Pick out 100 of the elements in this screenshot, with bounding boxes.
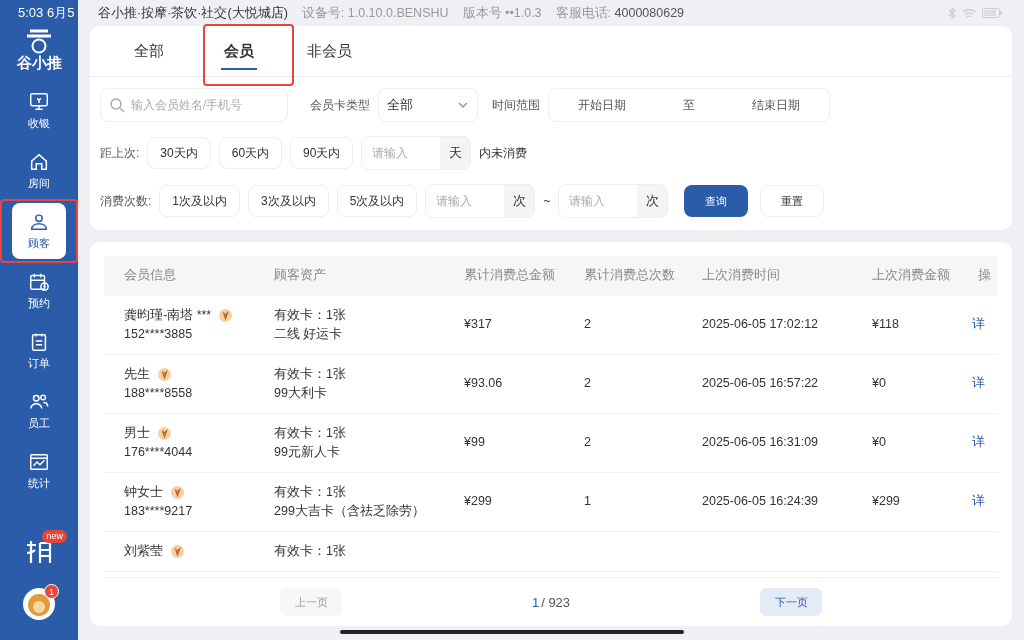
avatar[interactable] [23, 588, 55, 620]
member-phone: 176****4044 [124, 443, 194, 461]
filter-chip[interactable]: 90天内 [290, 137, 354, 169]
details-link[interactable]: 详 [958, 317, 985, 332]
member-badge-icon [219, 308, 233, 322]
visit-count: 2 [584, 435, 591, 450]
last-visit-label: 距上次: [100, 144, 140, 162]
filter-chip[interactable]: 60天内 [218, 137, 283, 169]
details-link[interactable]: 详 [958, 376, 985, 391]
column-header: 上次消费时间 [701, 267, 781, 285]
member-phone: 183****9217 [124, 502, 194, 520]
column-header: 操 [977, 267, 992, 285]
chevron-down-icon [457, 99, 469, 111]
last-amount: ¥0 [872, 435, 886, 450]
tab[interactable]: 会员 [194, 26, 284, 76]
tab[interactable]: 全部 [104, 26, 194, 76]
member-name: 龚昀瑾-南塔 *** [124, 306, 212, 324]
min-count-field[interactable]: 请输入 次 [425, 184, 536, 218]
monitor-icon [28, 91, 50, 113]
card-count: 有效卡：1张 [274, 365, 347, 383]
total-amount: ¥299 [464, 494, 492, 509]
member-badge-icon [158, 426, 171, 440]
total-amount: ¥317 [464, 317, 492, 332]
bluetooth-icon [948, 7, 956, 19]
visit-count: 1 [584, 494, 591, 509]
house-icon [28, 151, 50, 173]
member-name: 钟女士 [124, 483, 163, 501]
filter-chip[interactable]: 1次及以内 [159, 185, 241, 217]
member-badge-icon [171, 544, 184, 558]
tab[interactable]: 非会员 [284, 26, 374, 76]
battery-icon [982, 8, 1002, 18]
version-number: 版本号 ••1.0.3 [462, 4, 542, 22]
reset-button[interactable]: 重置 [760, 185, 825, 217]
last-amount: ¥299 [872, 494, 900, 509]
chart-icon [28, 451, 50, 473]
filter-chip[interactable]: 5次及以内 [336, 185, 418, 217]
range-separator: ~ [543, 194, 551, 208]
member-name: 刘紫莹 [124, 542, 163, 560]
card-name: 99大利卡 [274, 384, 328, 402]
last-visit-time: 2025-06-05 17:02:12 [702, 317, 819, 332]
filter-chip[interactable]: 3次及以内 [248, 185, 329, 217]
next-page-button[interactable]: 下一页 [760, 588, 822, 617]
search-icon [109, 97, 125, 113]
card-count: 有效卡：1张 [274, 306, 347, 324]
status-time: 5:03 6月5 [18, 4, 75, 22]
days-suffix: 内未消费 [479, 144, 528, 162]
column-header: 会员信息 [123, 267, 177, 285]
member-phone: 152****3885 [124, 325, 194, 343]
store-name: 谷小推·按摩·茶饮·社交(大悦城店) [98, 4, 288, 22]
card-name: 二线 好运卡 [274, 325, 344, 343]
nav-item[interactable]: 预约 [12, 263, 66, 319]
nav-item[interactable]: 订单 [12, 323, 66, 379]
visit-count: 2 [584, 376, 591, 391]
column-header: 累计消费总次数 [583, 267, 676, 285]
member-badge-icon [158, 367, 171, 381]
query-button[interactable]: 查询 [684, 185, 749, 217]
details-link[interactable]: 详 [958, 435, 985, 450]
member-phone: 188****8558 [124, 384, 194, 402]
card-name: 99元新人卡 [274, 443, 341, 461]
last-amount: ¥0 [872, 376, 886, 391]
card-name: 299大吉卡（含祛乏除劳） [274, 502, 426, 520]
logo-text: 谷小推 [16, 54, 62, 73]
total-amount: ¥93.06 [464, 376, 503, 391]
last-visit-time: 2025-06-05 16:57:22 [702, 376, 819, 391]
days-field[interactable]: 请输入 天 [361, 136, 472, 170]
nav-item[interactable]: 顾客 [12, 203, 66, 259]
date-range-field[interactable]: 开始日期 至 结束日期 [548, 88, 830, 122]
last-visit-time: 2025-06-05 16:31:09 [702, 435, 819, 450]
visit-count: 2 [584, 317, 591, 332]
details-link[interactable]: 详 [958, 494, 985, 509]
max-count-field[interactable]: 请输入 次 [558, 184, 669, 218]
nav-item[interactable]: 统计 [12, 443, 66, 499]
wifi-icon [962, 7, 976, 19]
card-type-label: 会员卡类型 [310, 96, 370, 114]
member-name: 先生 [124, 365, 150, 383]
card-count: 有效卡：1张 [274, 424, 347, 442]
card-count: 有效卡：1张 [274, 542, 347, 560]
calendar-icon [28, 271, 50, 293]
visit-count-label: 消费次数: [100, 192, 152, 210]
member-badge-icon [171, 485, 184, 499]
member-name: 男士 [124, 424, 150, 442]
column-header: 累计消费总金额 [463, 267, 556, 285]
card-count: 有效卡：1张 [274, 483, 347, 501]
nav-item[interactable]: 房间 [12, 143, 66, 199]
card-type-dropdown[interactable]: 全部 [378, 88, 478, 122]
person-icon [28, 211, 50, 233]
column-header: 上次消费金额 [871, 267, 951, 285]
service-phone: 客服电话: 4000080629 [555, 4, 685, 22]
last-visit-time: 2025-06-05 16:24:39 [702, 494, 819, 509]
device-number: 设备号: 1.0.10.0.BENSHU [301, 4, 449, 22]
nav-item[interactable]: 收银 [12, 83, 66, 139]
total-amount: ¥99 [464, 435, 485, 450]
nav-item[interactable]: 员工 [12, 383, 66, 439]
column-header: 顾客资产 [273, 267, 327, 285]
new-badge: new [42, 530, 67, 543]
filter-chip[interactable]: 30天内 [147, 137, 211, 169]
last-amount: ¥118 [872, 317, 899, 332]
page-indicator: 1/ 923 [531, 594, 571, 610]
time-range-label: 时间范围 [492, 96, 540, 114]
notification-badge: 1 [44, 584, 59, 599]
